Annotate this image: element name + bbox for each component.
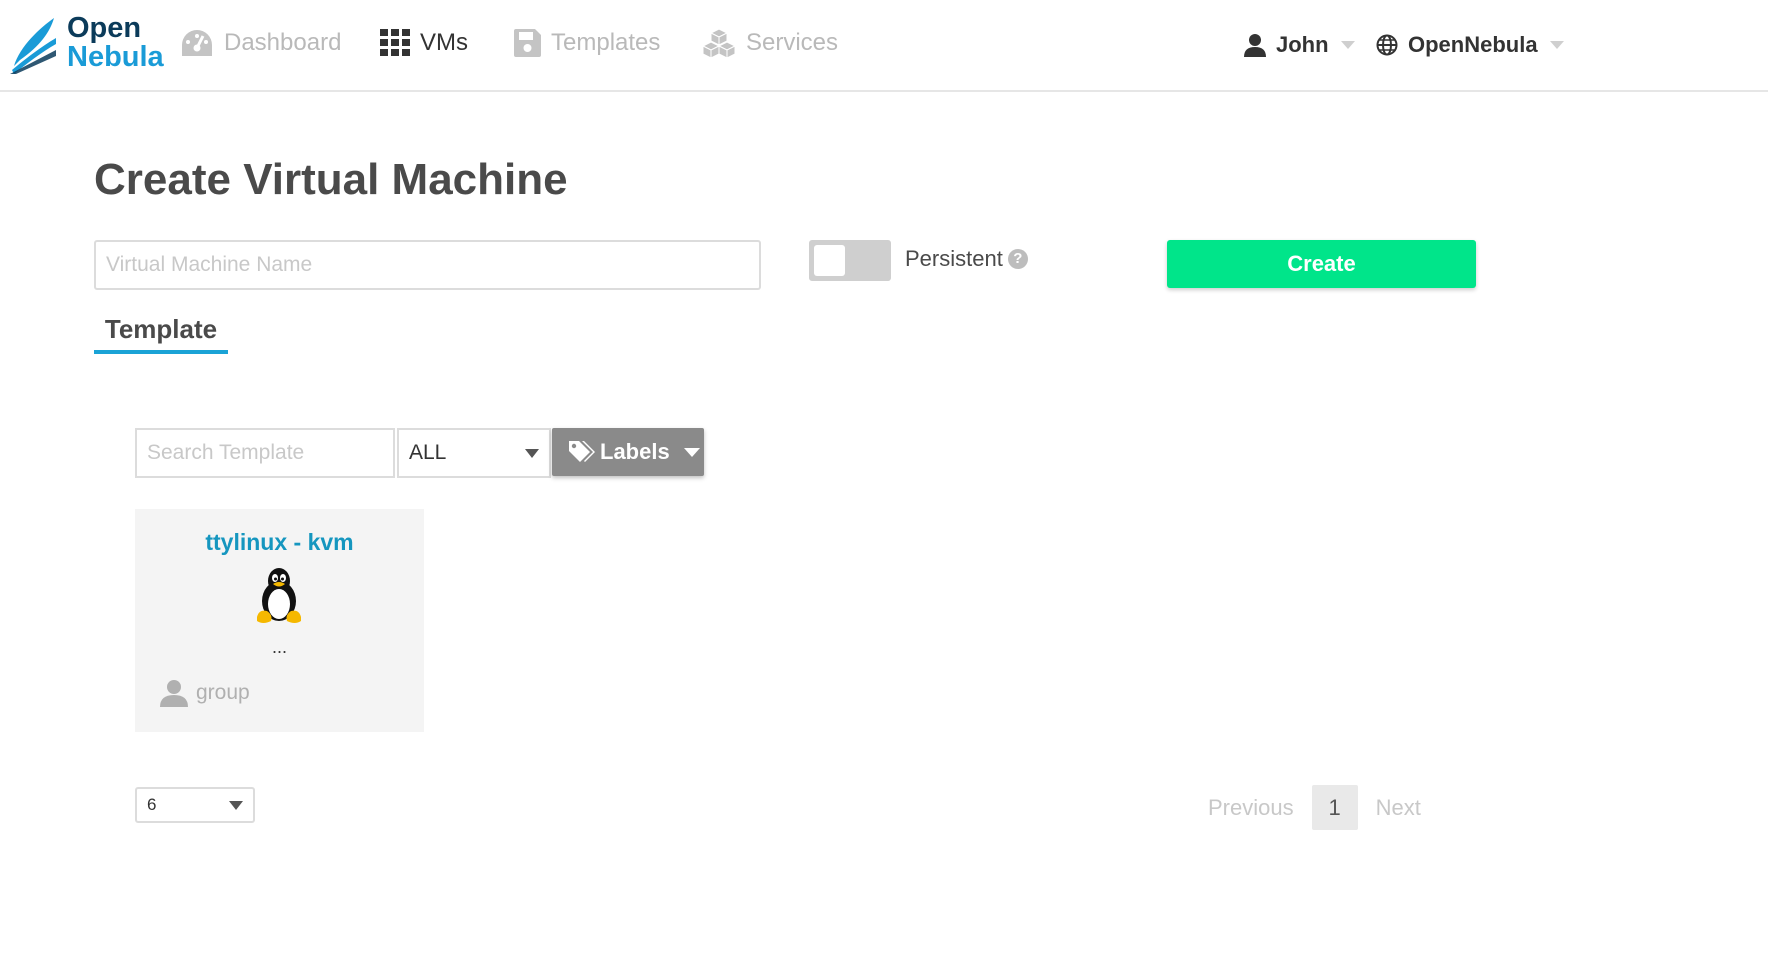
labels-dropdown-button[interactable]: Labels bbox=[552, 428, 704, 476]
pagination-page-1[interactable]: 1 bbox=[1311, 785, 1358, 830]
nav-templates[interactable]: Templates bbox=[514, 26, 660, 60]
vms-grid-icon bbox=[380, 29, 410, 56]
opennebula-logo-icon bbox=[10, 18, 56, 74]
tags-icon bbox=[569, 441, 595, 462]
page-title: Create Virtual Machine bbox=[94, 155, 568, 204]
user-dropdown[interactable]: John bbox=[1244, 30, 1355, 60]
chevron-down-icon bbox=[525, 449, 539, 458]
user-name: John bbox=[1276, 32, 1329, 57]
zone-name: OpenNebula bbox=[1408, 32, 1538, 57]
dashboard-gauge-icon bbox=[182, 30, 212, 56]
zone-dropdown[interactable]: OpenNebula bbox=[1376, 30, 1564, 60]
brand-wordmark: Open Nebula bbox=[67, 14, 164, 72]
top-navbar: Open Nebula Dashboard VMs Templates Serv… bbox=[0, 0, 1768, 92]
nav-dashboard-label: Dashboard bbox=[224, 29, 342, 56]
chevron-down-icon bbox=[683, 447, 700, 457]
nav-services-label: Services bbox=[746, 29, 839, 56]
toggle-knob bbox=[814, 245, 845, 276]
chevron-down-icon bbox=[1340, 41, 1355, 49]
pagination: Previous 1 Next bbox=[1208, 785, 1421, 830]
persistent-label: Persistent bbox=[905, 246, 1003, 271]
floppy-disk-icon bbox=[514, 29, 541, 57]
persistent-label-group: Persistent ? bbox=[905, 246, 1028, 272]
template-card-owner: group bbox=[160, 679, 250, 707]
globe-icon bbox=[1376, 34, 1398, 56]
nav-dashboard[interactable]: Dashboard bbox=[180, 26, 341, 60]
brand-line-1: Open bbox=[67, 12, 142, 44]
nav-services[interactable]: Services bbox=[702, 26, 838, 60]
vm-name-input[interactable] bbox=[94, 240, 761, 290]
pagination-previous[interactable]: Previous bbox=[1208, 795, 1294, 821]
page-length-value: 6 bbox=[147, 795, 157, 814]
tab-template[interactable]: Template bbox=[94, 314, 228, 354]
page-length-select[interactable]: 6 bbox=[135, 787, 255, 823]
help-question-icon[interactable]: ? bbox=[1007, 249, 1028, 269]
search-template-input[interactable] bbox=[135, 428, 395, 478]
create-button[interactable]: Create bbox=[1167, 240, 1476, 288]
template-owner-label: group bbox=[196, 681, 250, 704]
template-filter-select[interactable]: ALL bbox=[397, 428, 551, 478]
nav-vms[interactable]: VMs bbox=[380, 26, 468, 60]
nav-templates-label: Templates bbox=[551, 29, 661, 56]
tux-linux-icon bbox=[257, 568, 301, 623]
pagination-next[interactable]: Next bbox=[1376, 795, 1421, 821]
chevron-down-icon bbox=[1549, 41, 1564, 49]
opennebula-logo[interactable]: Open Nebula bbox=[10, 14, 164, 74]
brand-line-2: Nebula bbox=[67, 41, 164, 73]
cubes-icon bbox=[702, 28, 736, 58]
template-card-description: ... bbox=[271, 637, 287, 657]
template-card-title: ttylinux - kvm bbox=[205, 529, 354, 555]
user-icon bbox=[160, 680, 188, 707]
persistent-toggle[interactable] bbox=[809, 240, 891, 281]
template-filter-value: ALL bbox=[409, 441, 447, 464]
labels-button-label: Labels bbox=[600, 439, 670, 464]
nav-vms-label: VMs bbox=[420, 29, 468, 56]
chevron-down-icon bbox=[229, 801, 243, 810]
user-icon bbox=[1244, 34, 1266, 57]
template-card[interactable]: ttylinux - kvm ... group bbox=[135, 509, 424, 732]
